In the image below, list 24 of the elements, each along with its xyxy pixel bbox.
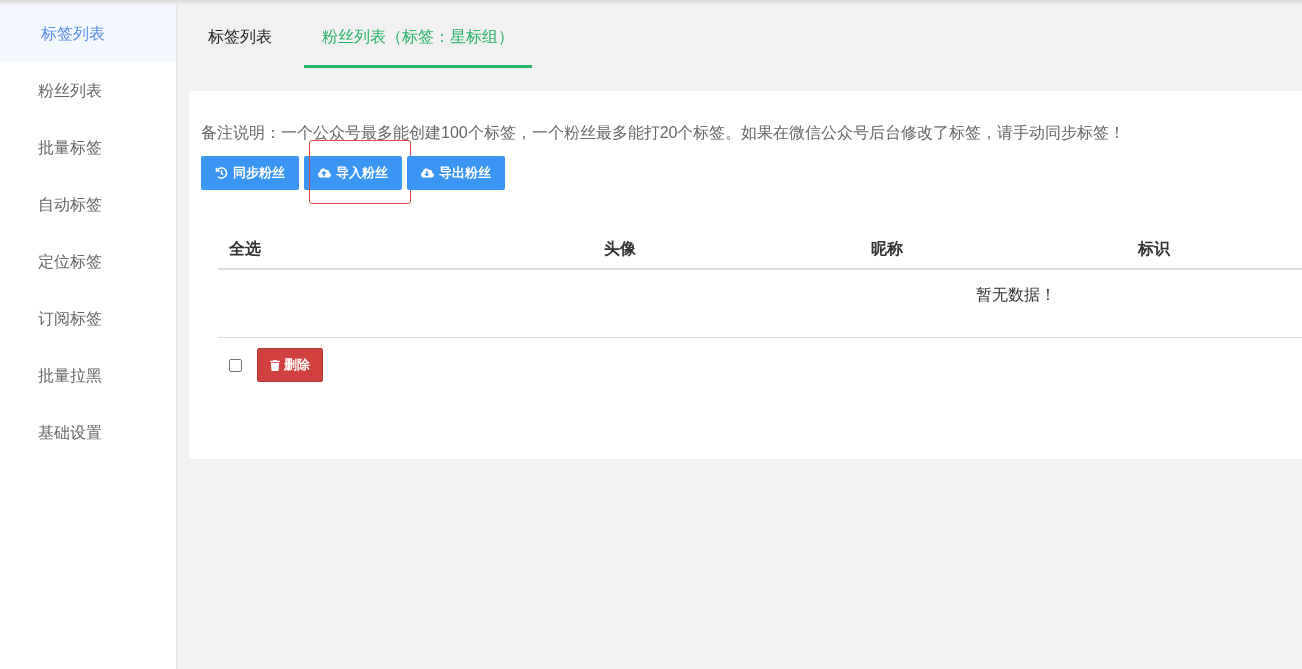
sidebar-item[interactable]: 粉丝列表 [0, 62, 176, 119]
column-header: 全选 [229, 239, 261, 257]
empty-message: 暂无数据！ [976, 285, 1056, 305]
tab[interactable]: 标签列表 [190, 18, 290, 68]
sidebar-item[interactable]: 定位标签 [0, 233, 176, 290]
column-header: 昵称 [870, 238, 903, 259]
checkbox[interactable] [229, 358, 242, 372]
sync-button[interactable]: 同步粉丝 [201, 156, 299, 190]
export-button[interactable]: 导出粉丝 [407, 156, 505, 190]
sidebar-item[interactable]: 批量拉黑 [0, 347, 176, 404]
column-header: 头像 [603, 238, 636, 259]
sidebar-item[interactable]: 自动标签 [0, 176, 176, 233]
import-button[interactable]: 导入粉丝 [304, 156, 402, 190]
notice-text: 备注说明：一个公众号最多能创建100个标签，一个粉丝最多能打20个标签。如果在微信公众号后台修改了标签，请手动同步标签！ [201, 123, 1126, 143]
cloud-download-icon [421, 167, 434, 179]
sidebar-item[interactable]: 订阅标签 [0, 290, 176, 347]
column-header: 标识 [1137, 238, 1170, 259]
delete-button[interactable]: 删除 [257, 348, 323, 382]
sidebar-item[interactable]: 批量标签 [0, 119, 176, 176]
sidebar-item[interactable]: 基础设置 [0, 404, 176, 461]
history-icon [215, 167, 228, 179]
sidebar-item[interactable]: 标签列表 [0, 5, 176, 62]
cloud-upload-icon [318, 167, 331, 179]
trash-icon [270, 359, 280, 371]
